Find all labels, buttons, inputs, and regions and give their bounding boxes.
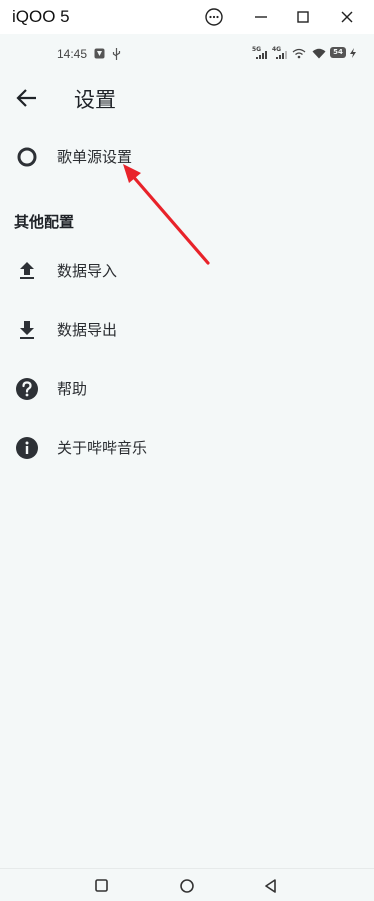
settings-item-label: 数据导出 (57, 321, 118, 339)
circle-outline-icon (17, 147, 37, 167)
settings-item-label: 关于哔哔音乐 (57, 439, 148, 457)
settings-item-help[interactable]: 帮助 (0, 369, 374, 409)
battery-indicator: 54 (330, 47, 346, 58)
settings-item-label: 帮助 (57, 380, 88, 398)
settings-item-data-export[interactable]: 数据导出 (0, 310, 374, 350)
maximize-button[interactable] (291, 6, 315, 28)
window-title-bar: iQOO 5 (0, 0, 374, 34)
more-icon (205, 8, 223, 26)
status-bar: 14:45 5G 4G 54 (0, 34, 374, 76)
notification-icon (94, 48, 105, 59)
minimize-button[interactable] (249, 6, 273, 28)
charging-icon (350, 48, 356, 58)
phone-screen: 14:45 5G 4G 54 设置 歌单源设置 其他配置 数据导入 数据导出 帮… (0, 34, 374, 868)
close-button[interactable] (335, 6, 359, 28)
settings-item-playlist-source[interactable]: 歌单源设置 (0, 137, 374, 177)
info-icon (16, 437, 38, 459)
settings-item-label: 歌单源设置 (57, 148, 133, 166)
wifi-small-icon (292, 48, 306, 59)
page-title: 设置 (74, 88, 116, 112)
signal-4g-icon (276, 51, 287, 59)
back-arrow-icon[interactable] (14, 85, 40, 111)
help-icon (16, 378, 38, 400)
download-icon (20, 321, 34, 339)
upload-icon (20, 262, 34, 279)
minimize-icon (255, 16, 267, 18)
wifi-icon (312, 48, 326, 59)
section-title-other: 其他配置 (14, 213, 75, 231)
app-bar: 设置 (0, 76, 374, 120)
navigation-bar (0, 868, 374, 901)
settings-item-data-import[interactable]: 数据导入 (0, 251, 374, 291)
battery-level: 54 (333, 48, 343, 56)
maximize-icon (297, 11, 309, 23)
status-time: 14:45 (57, 47, 88, 61)
back-nav-icon[interactable] (262, 877, 280, 895)
more-button[interactable] (202, 6, 226, 28)
signal-5g-icon (256, 51, 267, 59)
usb-icon (112, 48, 121, 60)
window-title: iQOO 5 (12, 7, 70, 26)
settings-item-about[interactable]: 关于哔哔音乐 (0, 428, 374, 468)
close-icon (341, 11, 353, 23)
settings-item-label: 数据导入 (57, 262, 118, 280)
recent-apps-icon[interactable] (93, 877, 111, 895)
home-icon[interactable] (178, 877, 196, 895)
